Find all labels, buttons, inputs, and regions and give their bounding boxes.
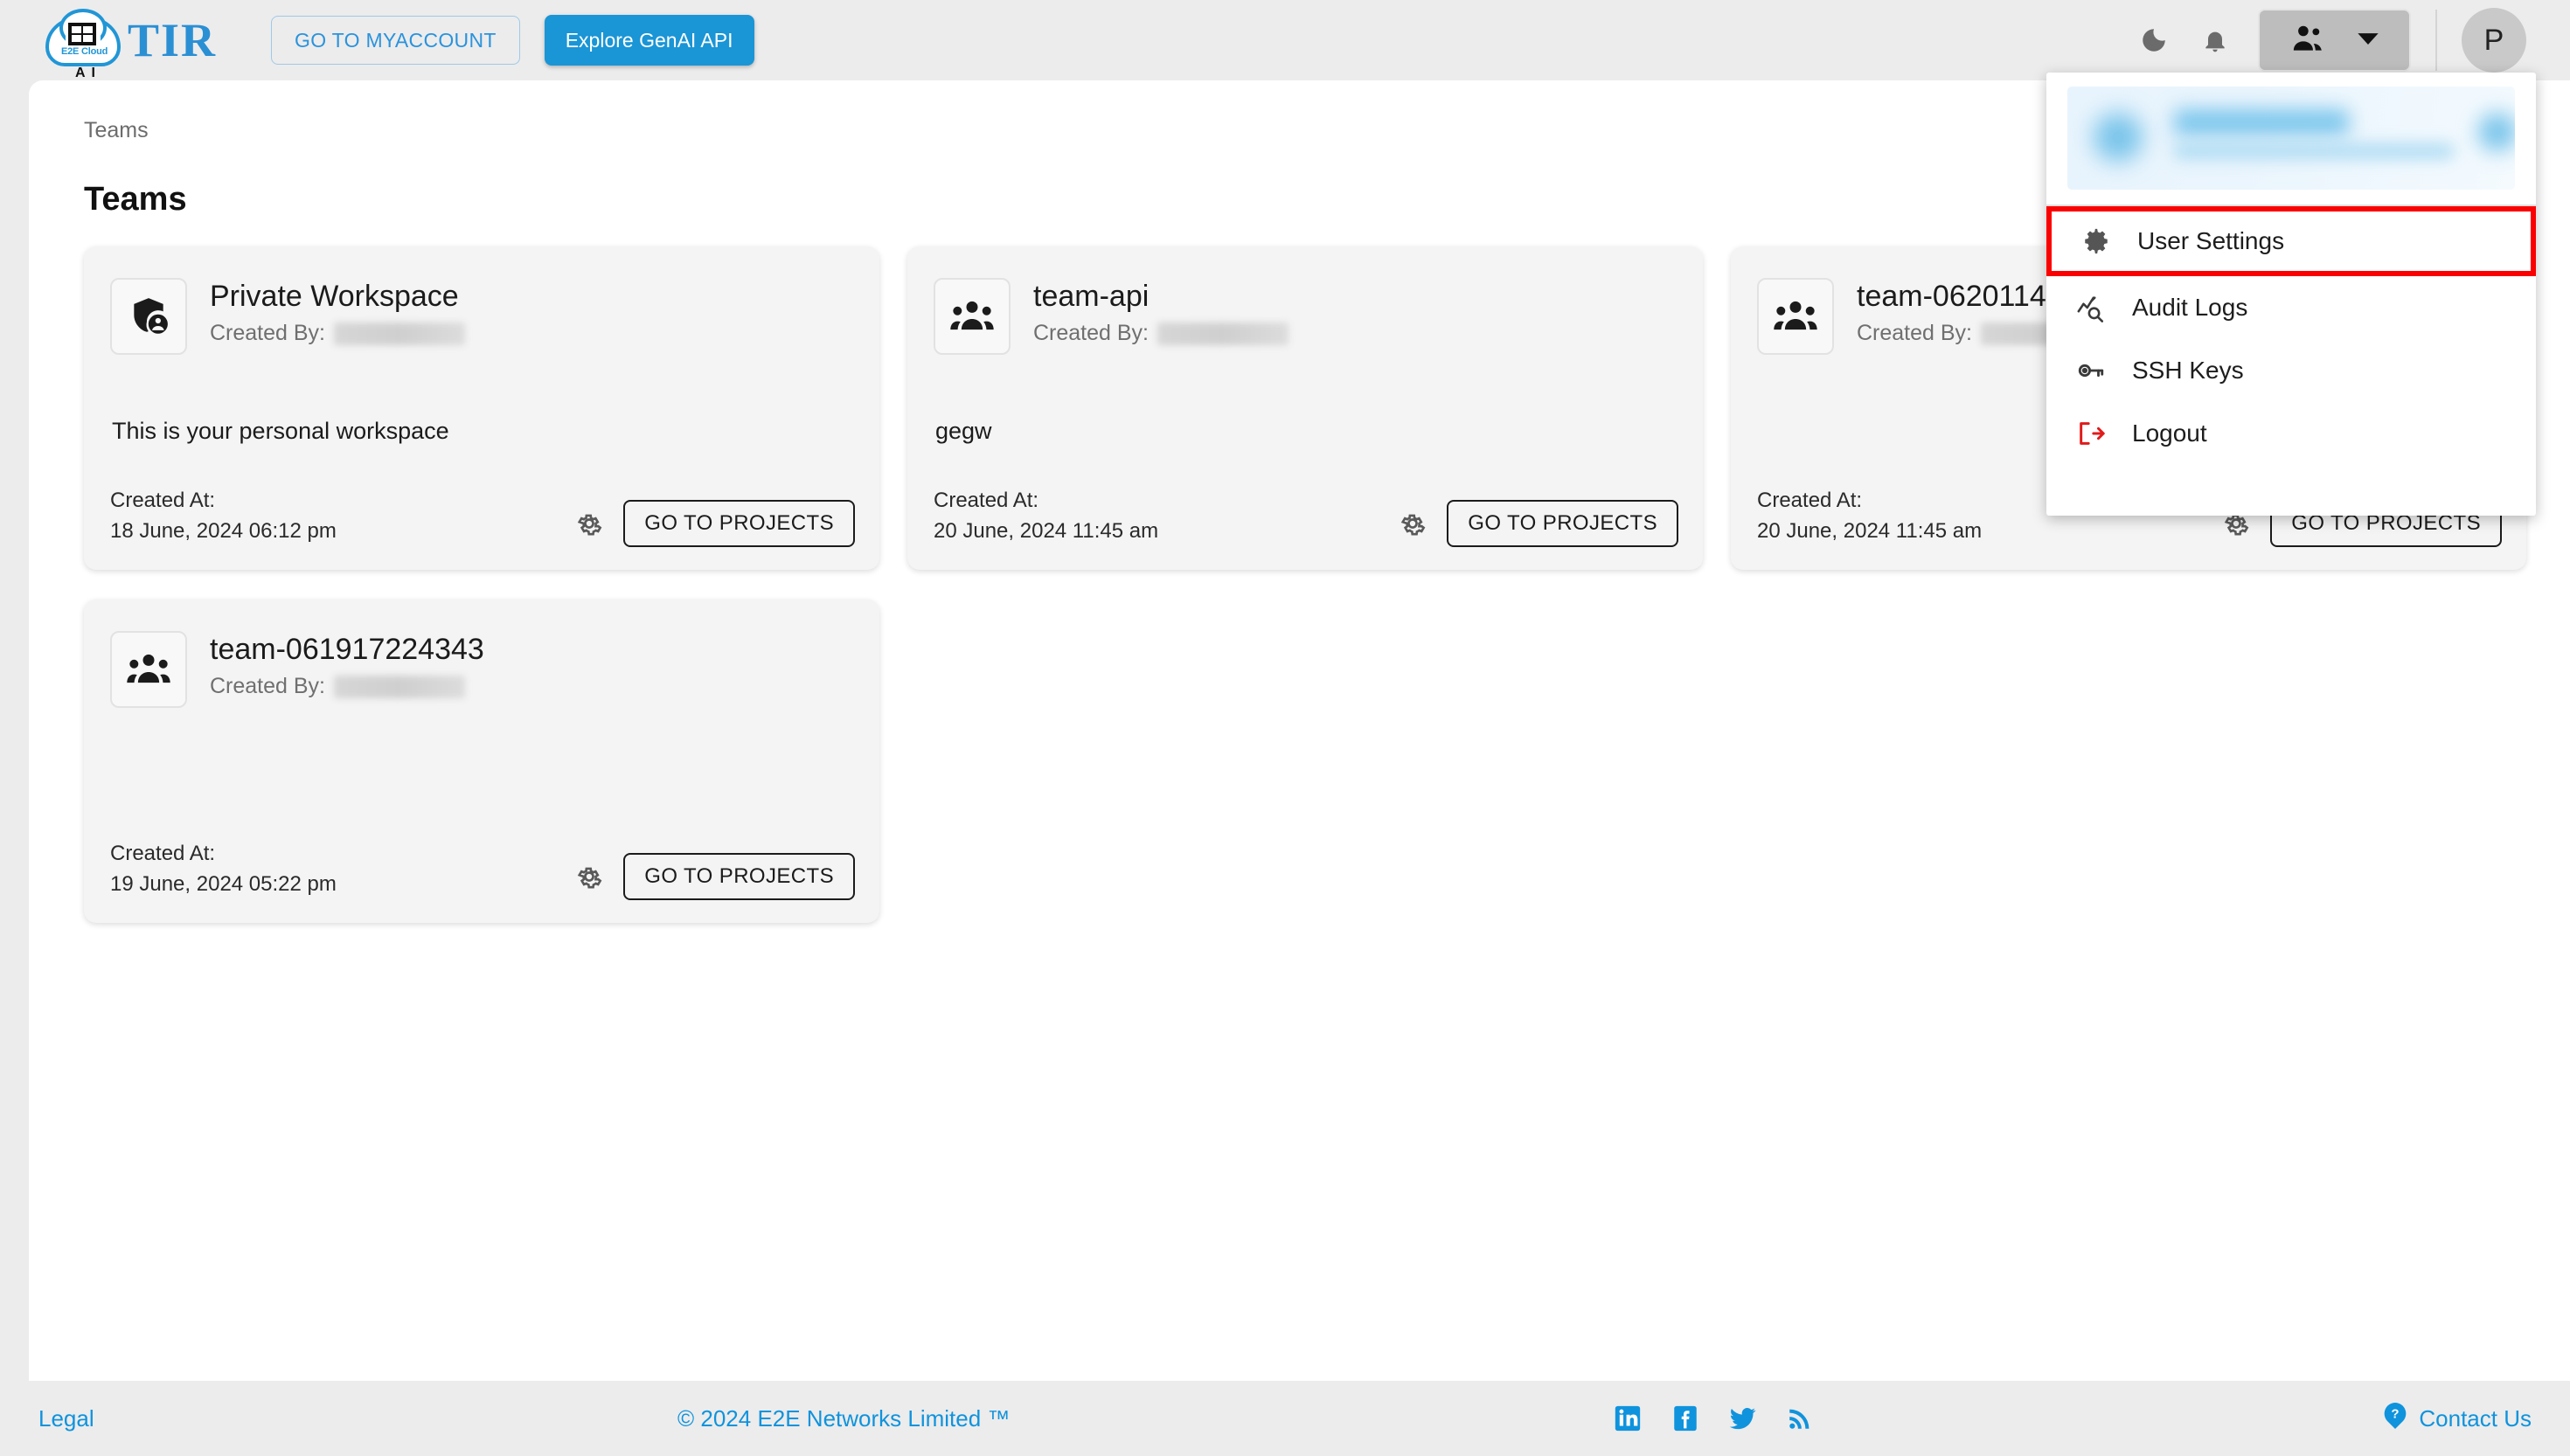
redacted-username <box>1157 322 1289 345</box>
team-card[interactable]: Private Workspace Created By: This is yo… <box>84 246 879 570</box>
people-group-icon <box>110 631 187 708</box>
moon-icon[interactable] <box>2123 14 2184 66</box>
card-created-by: Created By: <box>210 321 466 346</box>
created-at-label: Created At: <box>110 842 216 866</box>
linkedin-icon[interactable] <box>1613 1404 1643 1433</box>
gear-icon[interactable] <box>574 509 604 538</box>
card-description: gegw <box>935 418 992 444</box>
footer: Legal © 2024 E2E Networks Limited ™ ? Co… <box>0 1381 2570 1456</box>
footer-legal-link[interactable]: Legal <box>38 1405 94 1432</box>
redacted-username <box>334 675 466 698</box>
created-by-label: Created By: <box>1857 321 1973 345</box>
top-bar: E2E Cloud TIR AI PLATFORM GO TO MYACCOUN… <box>0 0 2570 96</box>
team-card[interactable]: team-api Created By: gegw Created At: 20… <box>907 246 1703 570</box>
user-menu-dropdown: User Settings Audit Logs SSH Keys Logout <box>2046 73 2536 516</box>
created-by-label: Created By: <box>1033 321 1150 345</box>
card-created-at: Created At: 20 June, 2024 11:45 am <box>1757 486 1982 547</box>
people-group-icon <box>1757 278 1834 355</box>
people-group-icon <box>934 278 1011 355</box>
breadcrumb[interactable]: Teams <box>84 118 149 143</box>
gear-icon[interactable] <box>1398 509 1427 538</box>
toolbar-divider <box>2435 10 2437 71</box>
created-at-value: 20 June, 2024 11:45 am <box>934 519 1159 544</box>
menu-item-label: Audit Logs <box>2132 294 2248 321</box>
card-created-at: Created At: 20 June, 2024 11:45 am <box>934 486 1158 547</box>
created-at-label: Created At: <box>1757 489 1863 513</box>
facebook-icon[interactable] <box>1670 1404 1700 1433</box>
menu-item-user-settings[interactable]: User Settings <box>2046 206 2536 276</box>
svg-text:?: ? <box>2392 1406 2400 1421</box>
menu-item-audit-logs[interactable]: Audit Logs <box>2046 276 2536 339</box>
team-switcher-button[interactable] <box>2258 9 2411 72</box>
logo-cloud-label: E2E Cloud <box>61 46 108 57</box>
go-to-projects-button[interactable]: GO TO PROJECTS <box>623 853 855 900</box>
go-to-projects-button[interactable]: GO TO PROJECTS <box>623 500 855 547</box>
created-by-label: Created By: <box>210 321 326 345</box>
menu-item-label: User Settings <box>2137 227 2285 254</box>
audit-chart-search-icon <box>2074 293 2108 322</box>
card-title: team-api <box>1033 280 1150 313</box>
created-by-label: Created By: <box>210 674 326 698</box>
top-bar-actions: P <box>2123 8 2526 73</box>
card-title: Private Workspace <box>210 280 459 313</box>
grid-glyph-icon <box>68 23 96 45</box>
card-description: This is your personal workspace <box>112 418 449 444</box>
go-to-myaccount-button[interactable]: GO TO MYACCOUNT <box>271 16 520 65</box>
created-at-value: 20 June, 2024 11:45 am <box>1757 519 1983 544</box>
created-at-label: Created At: <box>110 489 216 513</box>
card-created-at: Created At: 18 June, 2024 06:12 pm <box>110 486 337 547</box>
contact-us-label: Contact Us <box>2419 1404 2532 1432</box>
rss-icon[interactable] <box>1786 1404 1814 1432</box>
logo-brand-text: TIR <box>128 14 218 66</box>
user-info-redacted <box>2067 87 2515 190</box>
people-icon <box>2289 24 2326 58</box>
page-title: Teams <box>84 181 187 218</box>
card-created-by: Created By: <box>210 674 484 699</box>
card-created-by: Created By: <box>1033 321 1289 346</box>
contact-us-link[interactable]: ? Contact Us <box>2382 1401 2532 1437</box>
created-at-value: 19 June, 2024 05:22 pm <box>110 872 337 897</box>
menu-item-logout[interactable]: Logout <box>2046 402 2536 465</box>
menu-item-ssh-keys[interactable]: SSH Keys <box>2046 339 2536 402</box>
created-at-value: 18 June, 2024 06:12 pm <box>110 519 337 544</box>
logout-icon <box>2074 419 2108 448</box>
explore-genai-api-button[interactable]: Explore GenAI API <box>544 15 754 66</box>
card-created-at: Created At: 19 June, 2024 05:22 pm <box>110 839 337 900</box>
shield-person-icon <box>110 278 187 355</box>
help-circle-icon: ? <box>2382 1401 2408 1437</box>
card-title: team-061917224343 <box>210 633 484 666</box>
chevron-down-icon <box>2356 31 2380 51</box>
bell-icon[interactable] <box>2184 14 2246 66</box>
twitter-icon[interactable] <box>1728 1404 1758 1433</box>
key-icon <box>2074 356 2108 385</box>
created-at-label: Created At: <box>934 489 1039 513</box>
gear-icon[interactable] <box>574 862 604 891</box>
e2e-cloud-logo-icon: E2E Cloud <box>45 9 121 70</box>
footer-social-links <box>1613 1404 1814 1433</box>
menu-item-label: SSH Keys <box>2132 357 2244 384</box>
gear-icon <box>2080 226 2113 256</box>
team-card[interactable]: team-061917224343 Created By: Created At… <box>84 600 879 923</box>
menu-item-label: Logout <box>2132 419 2207 447</box>
avatar[interactable]: P <box>2462 8 2526 73</box>
footer-copyright: © 2024 E2E Networks Limited ™ <box>677 1404 1011 1432</box>
app-logo[interactable]: E2E Cloud TIR AI PLATFORM <box>45 9 218 96</box>
go-to-projects-button[interactable]: GO TO PROJECTS <box>1447 500 1678 547</box>
redacted-username <box>334 322 466 345</box>
